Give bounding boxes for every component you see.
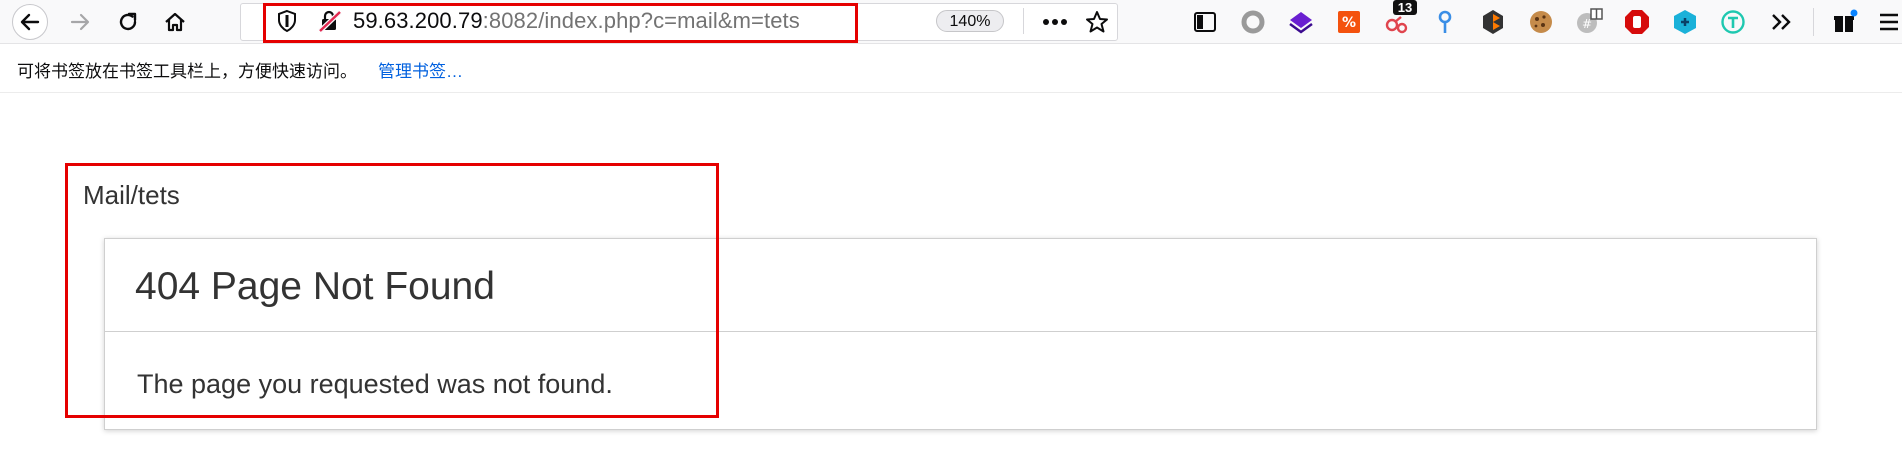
error-title: 404 Page Not Found — [135, 265, 495, 308]
red-stop-hand-extension-icon[interactable] — [1622, 7, 1652, 37]
sidebar-icon[interactable] — [1190, 7, 1220, 37]
fox-hexagon-extension-icon[interactable] — [1478, 7, 1508, 37]
orange-percent-extension-icon[interactable]: % — [1334, 7, 1364, 37]
blue-pin-extension-icon[interactable] — [1430, 7, 1460, 37]
insecure-connection-icon[interactable] — [318, 9, 342, 38]
bookmarks-empty-message: 可将书签放在书签工具栏上，方便快速访问。 — [17, 62, 357, 81]
url-host: 59.63.200.79 — [353, 8, 483, 33]
home-button[interactable] — [157, 4, 193, 40]
page-actions-icon[interactable] — [1040, 7, 1070, 37]
reload-button[interactable] — [110, 4, 146, 40]
back-arrow-icon — [20, 13, 40, 31]
bookmarks-bar-border — [0, 92, 1902, 93]
home-icon — [165, 12, 185, 32]
url-text[interactable]: 59.63.200.79:8082/index.php?c=mail&m=tet… — [353, 9, 800, 33]
svg-text:%: % — [1342, 15, 1356, 31]
reload-icon — [119, 12, 137, 31]
overflow-chevrons-icon[interactable] — [1766, 7, 1796, 37]
bookmark-star-icon[interactable] — [1082, 7, 1112, 37]
forward-button[interactable] — [62, 4, 98, 40]
extension-badge-count: 13 — [1393, 0, 1417, 15]
gift-whats-new-icon[interactable] — [1830, 7, 1860, 37]
zoom-level-badge[interactable]: 140% — [936, 10, 1004, 32]
bookmarks-toolbar: 可将书签放在书签工具栏上，方便快速访问。 管理书签… — [0, 56, 1902, 88]
toolbar-separator — [1813, 8, 1814, 36]
teal-t-circle-extension-icon[interactable] — [1718, 7, 1748, 37]
tracking-protection-icon[interactable] — [276, 9, 298, 38]
url-separator — [1023, 8, 1024, 34]
cookie-extension-icon[interactable] — [1526, 7, 1556, 37]
url-path: :8082/index.php?c=mail&m=tets — [482, 8, 800, 33]
manage-bookmarks-link[interactable]: 管理书签… — [378, 56, 463, 88]
forward-arrow-icon — [70, 13, 90, 31]
error-panel: 404 Page Not Found The page you requeste… — [104, 238, 1817, 430]
back-button[interactable] — [12, 4, 48, 40]
panel-divider — [105, 331, 1816, 332]
page-breadcrumb: Mail/tets — [83, 180, 180, 210]
teal-cube-extension-icon[interactable] — [1670, 7, 1700, 37]
grey-ring-extension-icon[interactable] — [1238, 7, 1268, 37]
error-message: The page you requested was not found. — [137, 369, 613, 399]
browser-toolbar: 59.63.200.79:8082/index.php?c=mail&m=tet… — [0, 0, 1902, 44]
purple-layers-extension-icon[interactable] — [1286, 7, 1316, 37]
grey-translate-extension-icon[interactable]: # — [1574, 7, 1604, 37]
hamburger-menu-icon[interactable] — [1874, 7, 1902, 37]
